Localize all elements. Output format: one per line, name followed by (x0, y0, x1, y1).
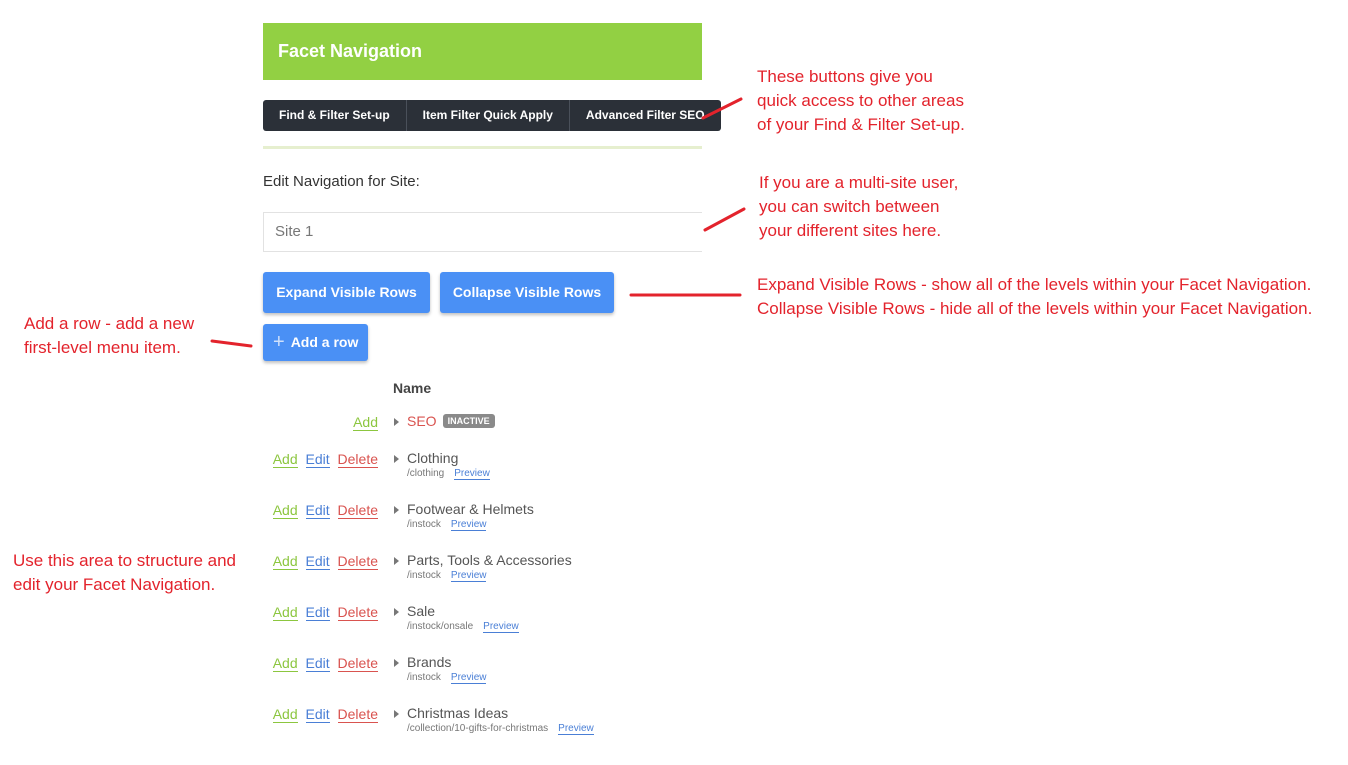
row-add-link[interactable]: Add (353, 414, 378, 431)
find-filter-setup-button[interactable]: Find & Filter Set-up (263, 100, 407, 131)
caret-right-icon[interactable] (394, 710, 399, 718)
row-path: /instock Preview (407, 519, 487, 531)
status-badge: INACTIVE (442, 414, 495, 428)
row-add-link[interactable]: Add (272, 655, 298, 672)
preview-link[interactable]: Preview (450, 570, 487, 582)
row-delete-link[interactable]: Delete (337, 553, 378, 570)
row-actions: Add Edit Delete (263, 502, 378, 519)
row-title[interactable]: Footwear & Helmets (407, 501, 534, 517)
row-actions: Add (263, 414, 378, 431)
row-path: /instock Preview (407, 672, 487, 684)
caret-right-icon[interactable] (394, 506, 399, 514)
caret-right-icon[interactable] (394, 608, 399, 616)
caret-right-icon[interactable] (394, 557, 399, 565)
row-path: /clothing Preview (407, 468, 490, 480)
row-delete-link[interactable]: Delete (337, 451, 378, 468)
preview-link[interactable]: Preview (483, 621, 519, 633)
annotation-toolbar: These buttons give you quick access to o… (757, 67, 965, 134)
row-title[interactable]: Parts, Tools & Accessories (407, 552, 572, 568)
preview-link[interactable]: Preview (558, 723, 594, 735)
table-row: Add Edit Delete Clothing /clothing Previe… (263, 450, 713, 491)
pointer-line-add-row (210, 339, 253, 348)
row-edit-link[interactable]: Edit (305, 451, 330, 468)
row-path: /instock/onsale Preview (407, 621, 519, 633)
annotation-structure: Use this area to structure and edit your… (13, 551, 237, 594)
row-path: /instock Preview (407, 570, 487, 582)
preview-link[interactable]: Preview (450, 519, 487, 531)
row-edit-link[interactable]: Edit (305, 655, 330, 672)
add-row-button[interactable]: + Add a row (263, 324, 368, 361)
row-title[interactable]: Christmas Ideas (407, 705, 508, 721)
row-delete-link[interactable]: Delete (337, 502, 378, 519)
caret-right-icon[interactable] (394, 659, 399, 667)
table-row: Add Edit Delete Parts, Tools & Accessori… (263, 552, 713, 593)
row-add-link[interactable]: Add (272, 553, 298, 570)
row-path: /collection/10-gifts-for-christmas Previe… (407, 723, 594, 735)
row-delete-link[interactable]: Delete (337, 706, 378, 723)
site-select[interactable]: Site 1 (263, 212, 702, 252)
expand-visible-rows-button[interactable]: Expand Visible Rows (263, 272, 430, 313)
row-add-link[interactable]: Add (272, 451, 298, 468)
preview-link[interactable]: Preview (450, 672, 487, 684)
item-filter-quick-apply-button[interactable]: Item Filter Quick Apply (407, 100, 570, 131)
site-label: Edit Navigation for Site: (263, 173, 420, 190)
advanced-filter-seo-button[interactable]: Advanced Filter SEO (570, 100, 721, 131)
collapse-visible-rows-button[interactable]: Collapse Visible Rows (440, 272, 614, 313)
page-header: Facet Navigation (263, 23, 702, 80)
row-edit-link[interactable]: Edit (305, 706, 330, 723)
row-add-link[interactable]: Add (272, 604, 298, 621)
row-title[interactable]: SEO INACTIVE (407, 413, 495, 429)
row-title[interactable]: Sale (407, 603, 435, 619)
quick-access-toolbar: Find & Filter Set-up Item Filter Quick A… (263, 100, 721, 131)
annotation-add-row: Add a row - add a new first-level menu i… (24, 314, 195, 357)
table-row: Add Edit Delete Footwear & Helmets /inst… (263, 501, 713, 542)
row-edit-link[interactable]: Edit (305, 502, 330, 519)
row-delete-link[interactable]: Delete (337, 604, 378, 621)
annotation-site: If you are a multi-site user, you can sw… (759, 173, 959, 240)
divider (263, 146, 702, 149)
column-header-name: Name (393, 380, 432, 396)
row-actions: Add Edit Delete (263, 706, 378, 723)
row-actions: Add Edit Delete (263, 655, 378, 672)
preview-link[interactable]: Preview (454, 468, 490, 480)
row-add-link[interactable]: Add (272, 502, 298, 519)
table-row: Add Edit Delete Brands /instock Preview (263, 654, 713, 695)
pointer-line-site (703, 207, 746, 232)
caret-right-icon[interactable] (394, 455, 399, 463)
row-actions: Add Edit Delete (263, 451, 378, 468)
row-title[interactable]: Clothing (407, 450, 458, 466)
row-title[interactable]: Brands (407, 654, 451, 670)
annotation-expand-collapse: Expand Visible Rows - show all of the le… (757, 275, 1313, 318)
add-row-label: Add a row (290, 334, 359, 350)
table-row: Add Edit Delete Christmas Ideas /collect… (263, 705, 713, 746)
table-row: Add SEO INACTIVE (263, 413, 713, 454)
row-delete-link[interactable]: Delete (337, 655, 378, 672)
page-title: Facet Navigation (278, 41, 423, 61)
row-actions: Add Edit Delete (263, 604, 378, 621)
row-edit-link[interactable]: Edit (305, 604, 330, 621)
row-add-link[interactable]: Add (272, 706, 298, 723)
plus-icon: + (273, 331, 285, 353)
caret-right-icon[interactable] (394, 418, 399, 426)
table-row: Add Edit Delete Sale /instock/onsale Prev… (263, 603, 713, 644)
row-edit-link[interactable]: Edit (305, 553, 330, 570)
row-actions: Add Edit Delete (263, 553, 378, 570)
